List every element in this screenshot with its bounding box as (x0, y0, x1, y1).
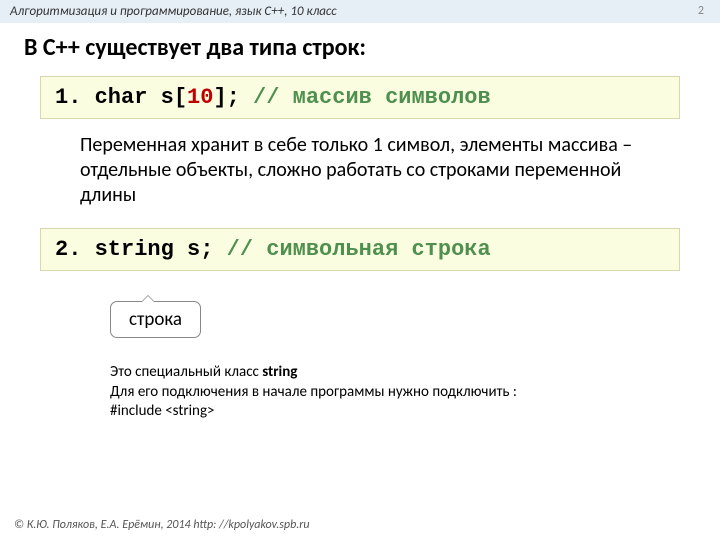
code1-lead: 1. (55, 85, 95, 110)
note-l1a: Это специальный класс (110, 363, 262, 381)
code2-id: s; (187, 237, 213, 262)
code1-kw: char (95, 85, 161, 110)
note-line-3: #include <string> (110, 402, 660, 422)
code-box-1: 1. char s[10]; // массив символов (40, 76, 680, 119)
code1-id: s (161, 85, 174, 110)
header-text: Алгоритмизация и программирование, язык … (10, 4, 337, 19)
code2-kw: string (95, 237, 187, 262)
code2-lead: 2. (55, 237, 95, 262)
note-line-1: Это специальный класс string (110, 363, 660, 383)
slide-title: В C++ существует два типа строк: (0, 23, 720, 72)
code-box-2: 2. string s; // символьная строка (40, 228, 680, 271)
code1-comment: // массив символов (253, 85, 491, 110)
note-l1b: string (262, 363, 297, 381)
code2-comment: // символьная строка (227, 237, 491, 262)
code2-gap (213, 237, 226, 262)
page-number: 2 (698, 4, 710, 19)
code1-num: 10 (187, 85, 213, 110)
note-block: Это специальный класс string Для его под… (110, 363, 660, 422)
slide-footer: © К.Ю. Поляков, Е.А. Ерёмин, 2014 http: … (14, 518, 310, 532)
callout-box: строка (110, 301, 201, 338)
code1-br2: ]; (213, 85, 239, 110)
paragraph-1: Переменная хранит в себе только 1 символ… (80, 133, 660, 208)
slide-header: Алгоритмизация и программирование, язык … (0, 0, 720, 23)
callout-wrap: строка (110, 285, 720, 345)
code1-gap (240, 85, 253, 110)
note-line-2: Для его подключения в начале программы н… (110, 383, 660, 403)
code1-br1: [ (174, 85, 187, 110)
